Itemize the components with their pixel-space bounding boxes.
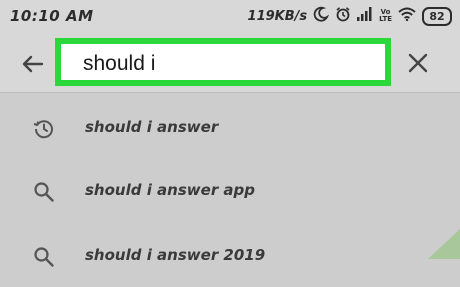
divider	[0, 92, 460, 93]
close-icon[interactable]	[405, 50, 431, 76]
history-icon	[32, 117, 56, 141]
search-icon	[32, 245, 56, 269]
suggestion-text: should i answer app	[85, 181, 256, 199]
signal-icon	[357, 6, 373, 26]
suggestion-text: should i answer	[85, 118, 219, 136]
search-icon	[32, 180, 56, 204]
moon-icon	[313, 6, 330, 27]
alarm-icon	[335, 6, 351, 27]
status-time: 10:10 AM	[10, 7, 94, 25]
wifi-icon	[398, 7, 416, 26]
corner-decoration	[428, 229, 460, 259]
status-icons: 119KB/s Vo LTE 82	[248, 5, 452, 27]
suggestion-item[interactable]: should i answer 2019	[0, 225, 460, 287]
search-bar	[0, 34, 460, 92]
status-bar: 10:10 AM 119KB/s Vo LTE 82	[0, 0, 460, 34]
back-arrow-icon[interactable]	[18, 49, 48, 79]
suggestion-item[interactable]: should i answer	[0, 97, 460, 159]
battery-indicator: 82	[422, 6, 452, 26]
volte-icon: Vo LTE	[379, 8, 392, 23]
suggestion-text: should i answer 2019	[85, 246, 266, 264]
network-speed: 119KB/s	[247, 8, 308, 24]
search-input[interactable]	[83, 52, 363, 76]
suggestion-item[interactable]: should i answer app	[0, 160, 460, 222]
search-field-highlight	[55, 38, 391, 86]
